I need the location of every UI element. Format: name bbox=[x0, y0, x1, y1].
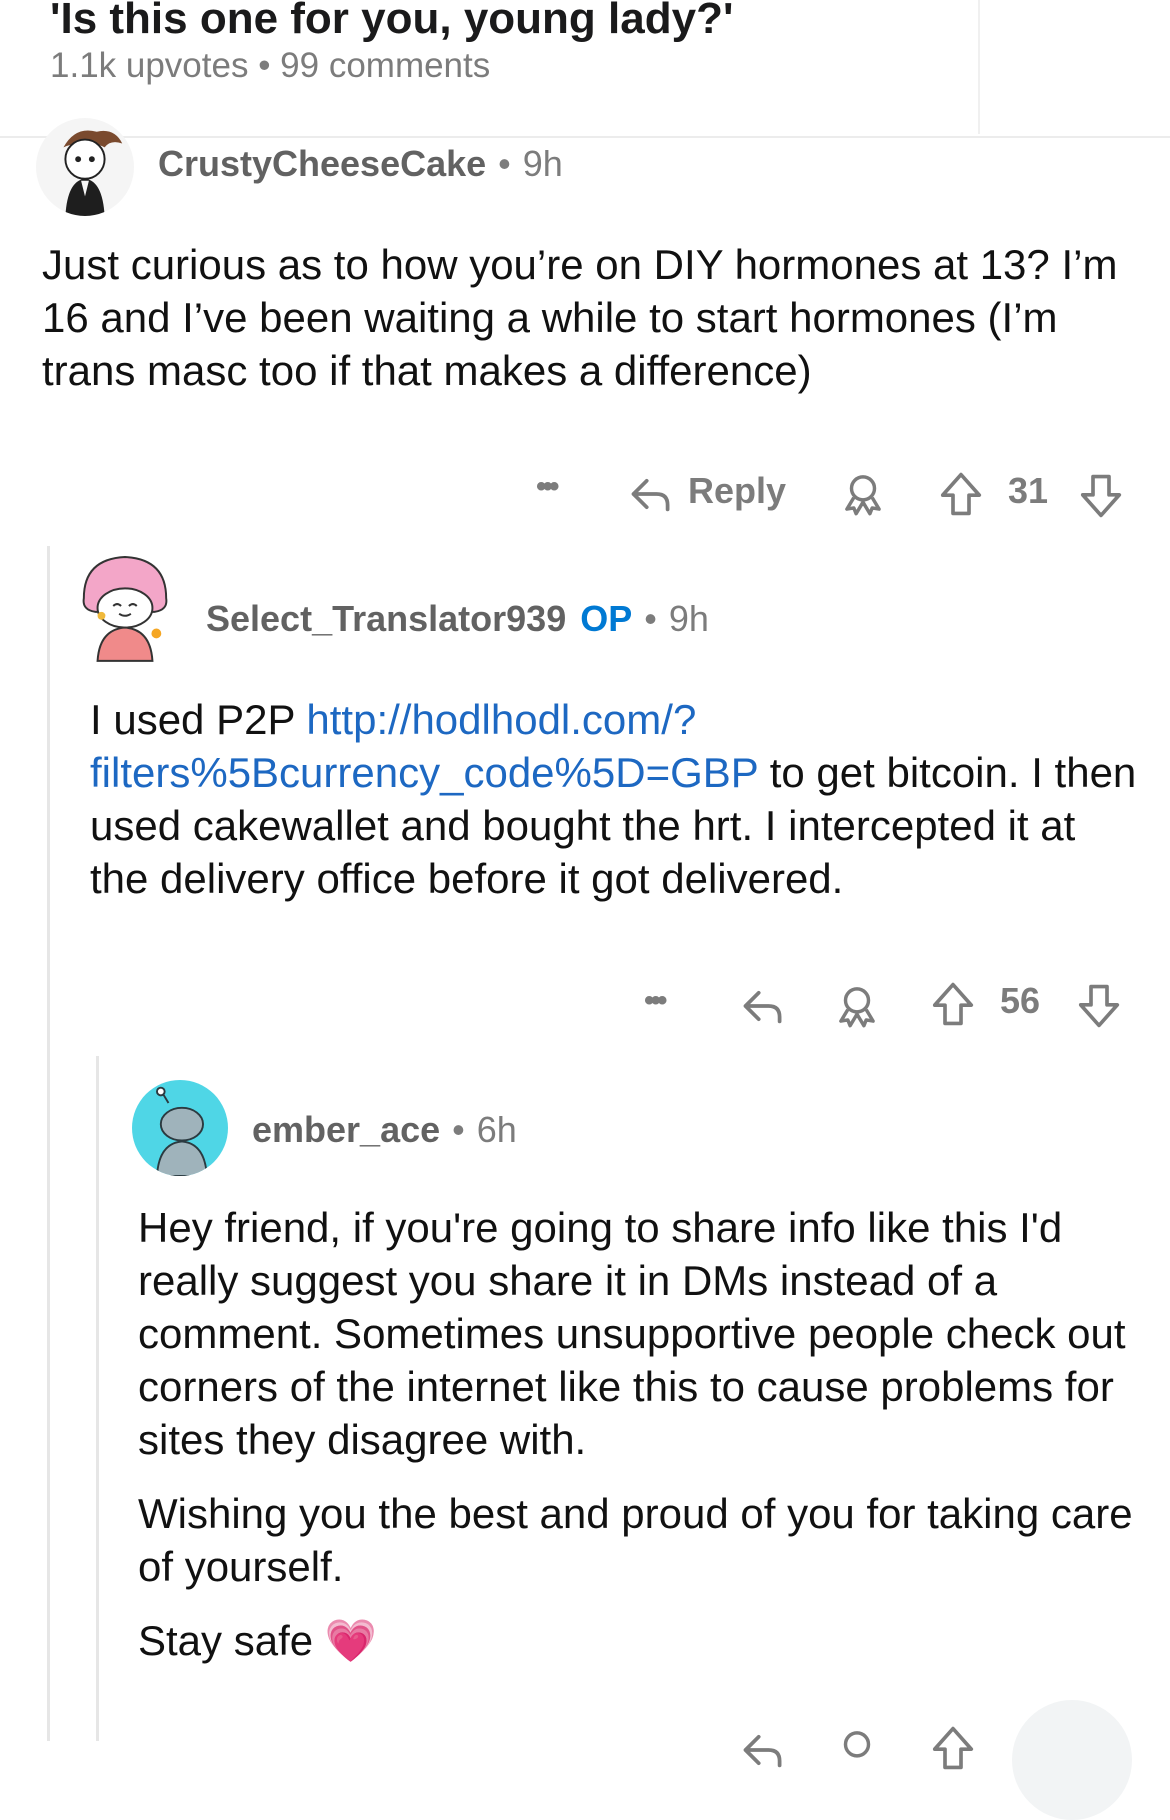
comment-body: Just curious as to how you’re on DIY hor… bbox=[42, 238, 1132, 397]
comment-text-part: I used P2P bbox=[90, 696, 307, 743]
comment-age: 9h bbox=[668, 598, 709, 639]
scroll-to-next-button[interactable] bbox=[1012, 1700, 1132, 1820]
comment-paragraph: Wishing you the best and proud of you fo… bbox=[138, 1490, 1133, 1590]
reply-arrow-icon[interactable] bbox=[740, 1728, 784, 1772]
reply-arrow-icon[interactable] bbox=[628, 472, 672, 516]
username[interactable]: ember_ace bbox=[252, 1109, 440, 1150]
username[interactable]: Select_Translator939 bbox=[206, 598, 566, 639]
header-divider bbox=[978, 0, 980, 134]
award-icon[interactable] bbox=[834, 982, 880, 1028]
award-icon[interactable] bbox=[834, 1726, 880, 1772]
username[interactable]: CrustyCheeseCake bbox=[158, 143, 486, 184]
snoo-avatar-icon bbox=[155, 1086, 208, 1176]
post-header: 'Is this one for you, young lady?' 1.1k … bbox=[0, 0, 1170, 138]
downvote-arrow-icon[interactable] bbox=[1076, 982, 1122, 1030]
comment-paragraph: Stay safe 💗 bbox=[138, 1614, 1140, 1667]
comment-header: ember_ace • 6h bbox=[252, 1109, 517, 1151]
comment-text: I used P2P http://hodlhodl.com/?filters%… bbox=[90, 693, 1140, 905]
reply-button[interactable]: Reply bbox=[688, 470, 786, 512]
avatar[interactable] bbox=[132, 1080, 228, 1176]
separator: • bbox=[498, 143, 511, 184]
separator: • bbox=[644, 598, 657, 639]
comment-header: CrustyCheeseCake • 9h bbox=[158, 143, 563, 185]
upvote-arrow-icon[interactable] bbox=[930, 1724, 976, 1772]
comment-text-part: Stay safe bbox=[138, 1617, 314, 1664]
op-badge: OP bbox=[580, 598, 633, 639]
downvote-arrow-icon[interactable] bbox=[1078, 472, 1124, 520]
thread-line[interactable] bbox=[47, 546, 50, 1741]
vote-score: 56 bbox=[1000, 980, 1041, 1021]
reply-arrow-icon[interactable] bbox=[740, 984, 784, 1028]
more-dots-icon[interactable]: ••• bbox=[644, 984, 667, 1018]
upvote-arrow-icon[interactable] bbox=[938, 470, 984, 518]
comment-text: Just curious as to how you’re on DIY hor… bbox=[42, 241, 1118, 394]
comment-paragraph: Hey friend, if you're going to share inf… bbox=[138, 1204, 1126, 1463]
vote-score: 31 bbox=[1008, 470, 1049, 511]
separator: • bbox=[452, 1109, 465, 1150]
thread-line[interactable] bbox=[96, 1056, 99, 1741]
avatar[interactable] bbox=[76, 550, 174, 662]
snoo-avatar-icon bbox=[82, 556, 168, 662]
award-icon[interactable] bbox=[840, 470, 886, 516]
snoo-avatar-icon bbox=[63, 130, 123, 216]
post-title[interactable]: 'Is this one for you, young lady?' bbox=[50, 0, 733, 44]
sparkling-heart-icon: 💗 bbox=[324, 1617, 378, 1664]
comment-age: 9h bbox=[522, 143, 563, 184]
post-meta: 1.1k upvotes • 99 comments bbox=[50, 46, 491, 85]
comment-age: 6h bbox=[476, 1109, 517, 1150]
comment-body: Hey friend, if you're going to share inf… bbox=[138, 1201, 1140, 1667]
comment-body: I used P2P http://hodlhodl.com/?filters%… bbox=[90, 693, 1140, 905]
upvote-arrow-icon[interactable] bbox=[930, 980, 976, 1028]
avatar[interactable] bbox=[36, 118, 134, 216]
more-dots-icon[interactable]: ••• bbox=[536, 470, 559, 504]
comment-header: Select_Translator939 OP • 9h bbox=[206, 598, 709, 640]
